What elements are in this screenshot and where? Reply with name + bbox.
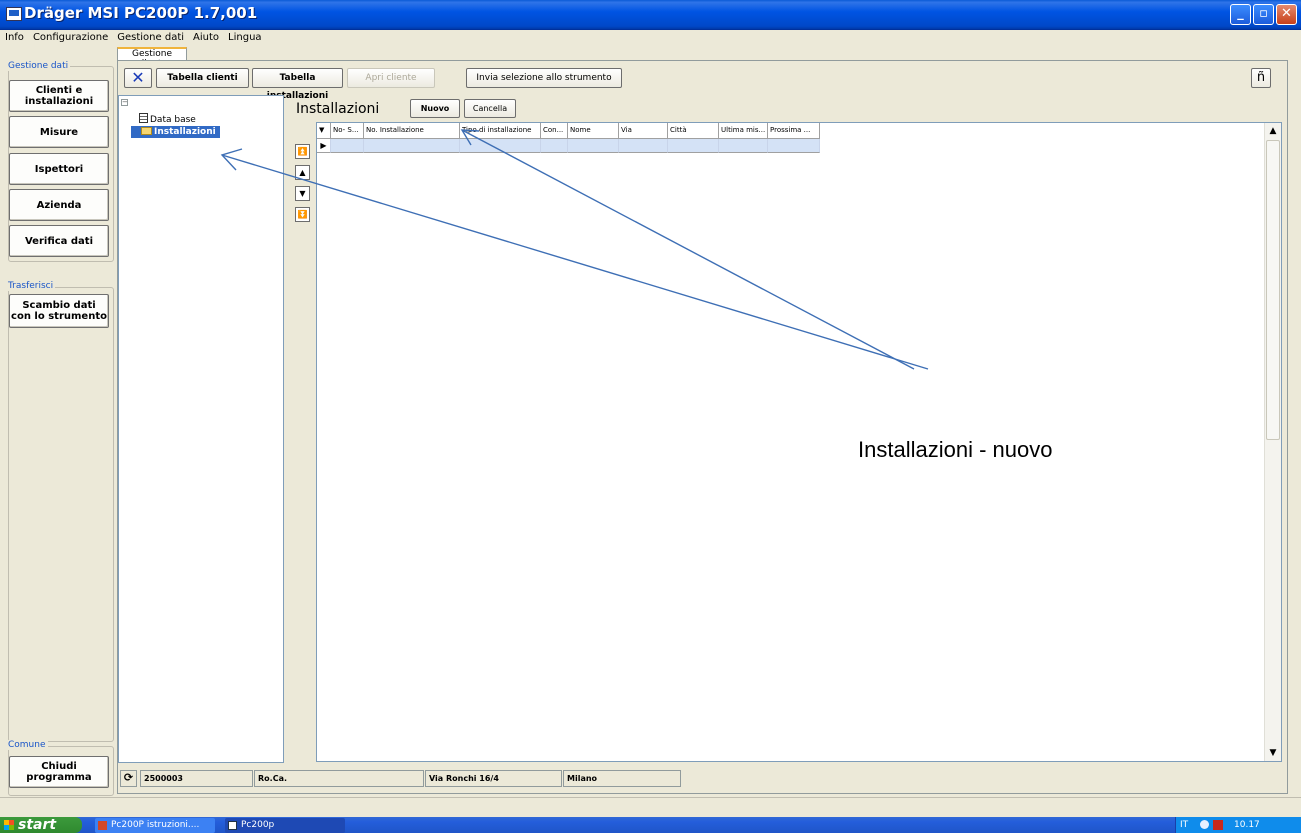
clock: 10.17: [1234, 820, 1260, 830]
app-tray-icon[interactable]: [1213, 820, 1223, 830]
system-tray: IT 10.17: [1175, 817, 1301, 833]
annotation-arrows: [220, 129, 929, 370]
language-indicator[interactable]: IT: [1180, 817, 1188, 833]
taskbar-item-label: Pc200p: [241, 820, 275, 830]
taskbar-item-label: Pc200P istruzioni....: [111, 820, 200, 830]
annotation-arrow-nuovo: [461, 129, 915, 370]
windows-flag-icon: [4, 820, 14, 830]
pc200p-icon: [228, 821, 237, 830]
annotation-label: Installazioni - nuovo: [858, 437, 1053, 462]
annotation-arrow-tree: [221, 154, 929, 370]
status-strip: [0, 797, 1301, 817]
back-icon[interactable]: [1200, 820, 1209, 829]
start-button[interactable]: start: [0, 817, 82, 833]
start-label: start: [18, 817, 57, 833]
taskbar-item-pc200p[interactable]: Pc200p: [225, 818, 345, 833]
powerpoint-icon: [98, 821, 107, 830]
taskbar: start Pc200P istruzioni.... Pc200p IT 10…: [0, 817, 1301, 833]
taskbar-item-powerpoint[interactable]: Pc200P istruzioni....: [95, 818, 215, 833]
